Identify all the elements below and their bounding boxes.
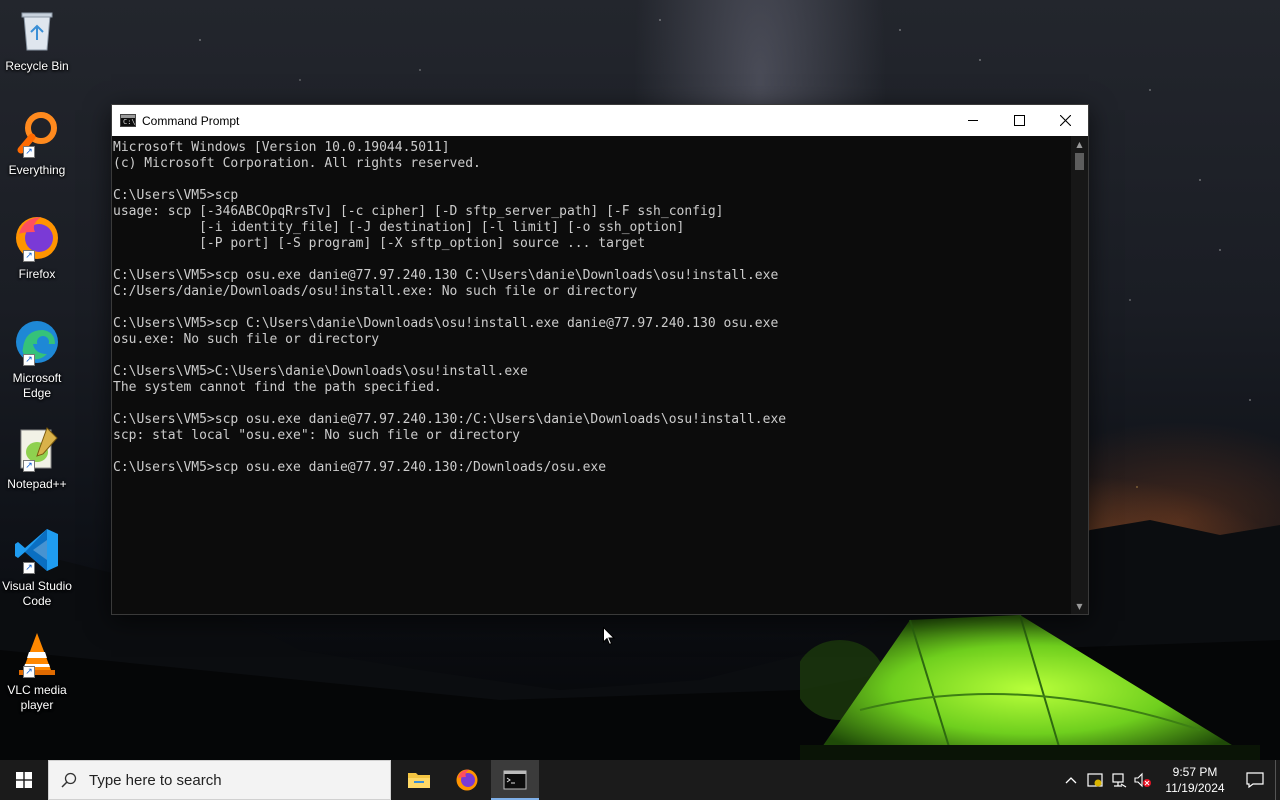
desktop-icon-label: Everything — [8, 163, 66, 177]
clock-time: 9:57 PM — [1172, 765, 1218, 779]
everything-search-icon: ↗ — [13, 110, 61, 158]
console-line: [-i identity_file] [-J destination] [-l … — [113, 220, 685, 235]
notification-icon — [1246, 772, 1264, 788]
security-shield-icon[interactable] — [1083, 760, 1107, 800]
chevron-up-icon[interactable] — [1059, 760, 1083, 800]
notification-center-button[interactable] — [1235, 760, 1275, 800]
window-titlebar[interactable]: C:\ Command Prompt — [112, 105, 1088, 136]
desktop-icon-firefox[interactable]: ↗ Firefox — [2, 214, 72, 310]
file-explorer-icon — [408, 773, 430, 788]
shortcut-arrow-icon: ↗ — [23, 354, 35, 366]
desktop-icon-label: Firefox — [18, 267, 56, 281]
show-desktop-button[interactable] — [1275, 760, 1280, 800]
desktop-icon-label: VLC media player — [7, 683, 67, 712]
console-line: Microsoft Windows [Version 10.0.19044.50… — [113, 140, 450, 155]
scroll-up-arrow-icon[interactable]: ▲ — [1071, 136, 1088, 152]
console-line: C:\Users\VM5>scp osu.exe danie@77.97.240… — [113, 412, 787, 427]
taskbar: Type here to search 9:57 PM 11/19/2024 — [0, 760, 1280, 800]
recycle-bin-icon — [13, 6, 61, 54]
shortcut-arrow-icon: ↗ — [23, 666, 35, 678]
vertical-scrollbar[interactable]: ▲ ▼ — [1071, 136, 1088, 614]
console-line: C:\Users\VM5>scp osu.exe danie@77.97.240… — [113, 268, 779, 283]
network-icon[interactable] — [1107, 760, 1131, 800]
taskbar-clock[interactable]: 9:57 PM 11/19/2024 — [1155, 764, 1235, 796]
firefox-icon: ↗ — [13, 214, 61, 262]
vscode-icon: ↗ — [13, 526, 61, 574]
console-line: C:\Users\VM5>scp osu.exe danie@77.97.240… — [113, 460, 607, 475]
command-prompt-window[interactable]: C:\ Command Prompt Microsoft Windows [Ve… — [111, 104, 1089, 615]
console-line: [-P port] [-S program] [-X sftp_option] … — [113, 236, 646, 251]
mouse-cursor-icon — [603, 627, 615, 646]
wallpaper-tent — [800, 614, 1260, 760]
console-output[interactable]: Microsoft Windows [Version 10.0.19044.50… — [112, 136, 1071, 614]
desktop-icon-vscode[interactable]: ↗ Visual Studio Code — [2, 526, 72, 622]
maximize-button[interactable] — [996, 105, 1042, 136]
edge-icon: ↗ — [13, 318, 61, 366]
desktop-icon-label: Notepad++ — [7, 477, 67, 491]
console-line: usage: scp [-346ABCOpqRrsTv] [-c cipher]… — [113, 204, 724, 219]
windows-logo-icon — [16, 772, 32, 788]
scrollbar-thumb[interactable] — [1075, 153, 1084, 170]
console-line: C:\Users\VM5>C:\Users\danie\Downloads\os… — [113, 364, 528, 379]
taskbar-app-command-prompt[interactable] — [491, 760, 539, 800]
vlc-icon: ↗ — [13, 630, 61, 678]
desktop-icon-everything[interactable]: ↗ Everything — [2, 110, 72, 206]
desktop-icon-notepad-plus-plus[interactable]: ↗ Notepad++ — [2, 424, 72, 520]
desktop-icon-recycle-bin[interactable]: Recycle Bin — [2, 6, 72, 102]
notepad-plus-plus-icon: ↗ — [13, 424, 61, 472]
console-line: C:/Users/danie/Downloads/osu!install.exe… — [113, 284, 638, 299]
close-button[interactable] — [1042, 105, 1088, 136]
shortcut-arrow-icon: ↗ — [23, 146, 35, 158]
volume-muted-icon[interactable] — [1131, 760, 1155, 800]
clock-date: 11/19/2024 — [1165, 781, 1225, 795]
console-line: The system cannot find the path specifie… — [113, 380, 442, 395]
console-line: C:\Users\VM5>scp — [113, 188, 239, 203]
taskbar-app-firefox[interactable] — [443, 760, 491, 800]
console-line: C:\Users\VM5>scp C:\Users\danie\Download… — [113, 316, 779, 331]
desktop-icon-vlc[interactable]: ↗ VLC media player — [2, 630, 72, 726]
console-line: scp: stat local "osu.exe": No such file … — [113, 428, 520, 443]
console-line: osu.exe: No such file or directory — [113, 332, 380, 347]
search-icon — [49, 772, 89, 788]
desktop-icon-label: Visual Studio Code — [2, 579, 72, 608]
shortcut-arrow-icon: ↗ — [23, 460, 35, 472]
shortcut-arrow-icon: ↗ — [23, 250, 35, 262]
system-tray: 9:57 PM 11/19/2024 — [1059, 760, 1280, 800]
firefox-icon — [456, 769, 478, 791]
desktop-icon-label: Recycle Bin — [5, 59, 69, 73]
command-prompt-icon: C:\ — [120, 114, 136, 127]
window-title: Command Prompt — [142, 113, 240, 128]
console-line: (c) Microsoft Corporation. All rights re… — [113, 156, 481, 171]
start-button[interactable] — [0, 760, 48, 800]
taskbar-app-file-explorer[interactable] — [395, 760, 443, 800]
scroll-down-arrow-icon[interactable]: ▼ — [1071, 598, 1088, 614]
search-placeholder: Type here to search — [89, 771, 222, 789]
close-icon — [1059, 115, 1071, 126]
taskbar-search-box[interactable]: Type here to search — [48, 760, 391, 800]
desktop-icon-label: Microsoft Edge — [12, 371, 62, 400]
command-prompt-icon — [503, 770, 527, 790]
minimize-button[interactable] — [950, 105, 996, 136]
desktop-icon-edge[interactable]: ↗ Microsoft Edge — [2, 318, 72, 414]
shortcut-arrow-icon: ↗ — [23, 562, 35, 574]
